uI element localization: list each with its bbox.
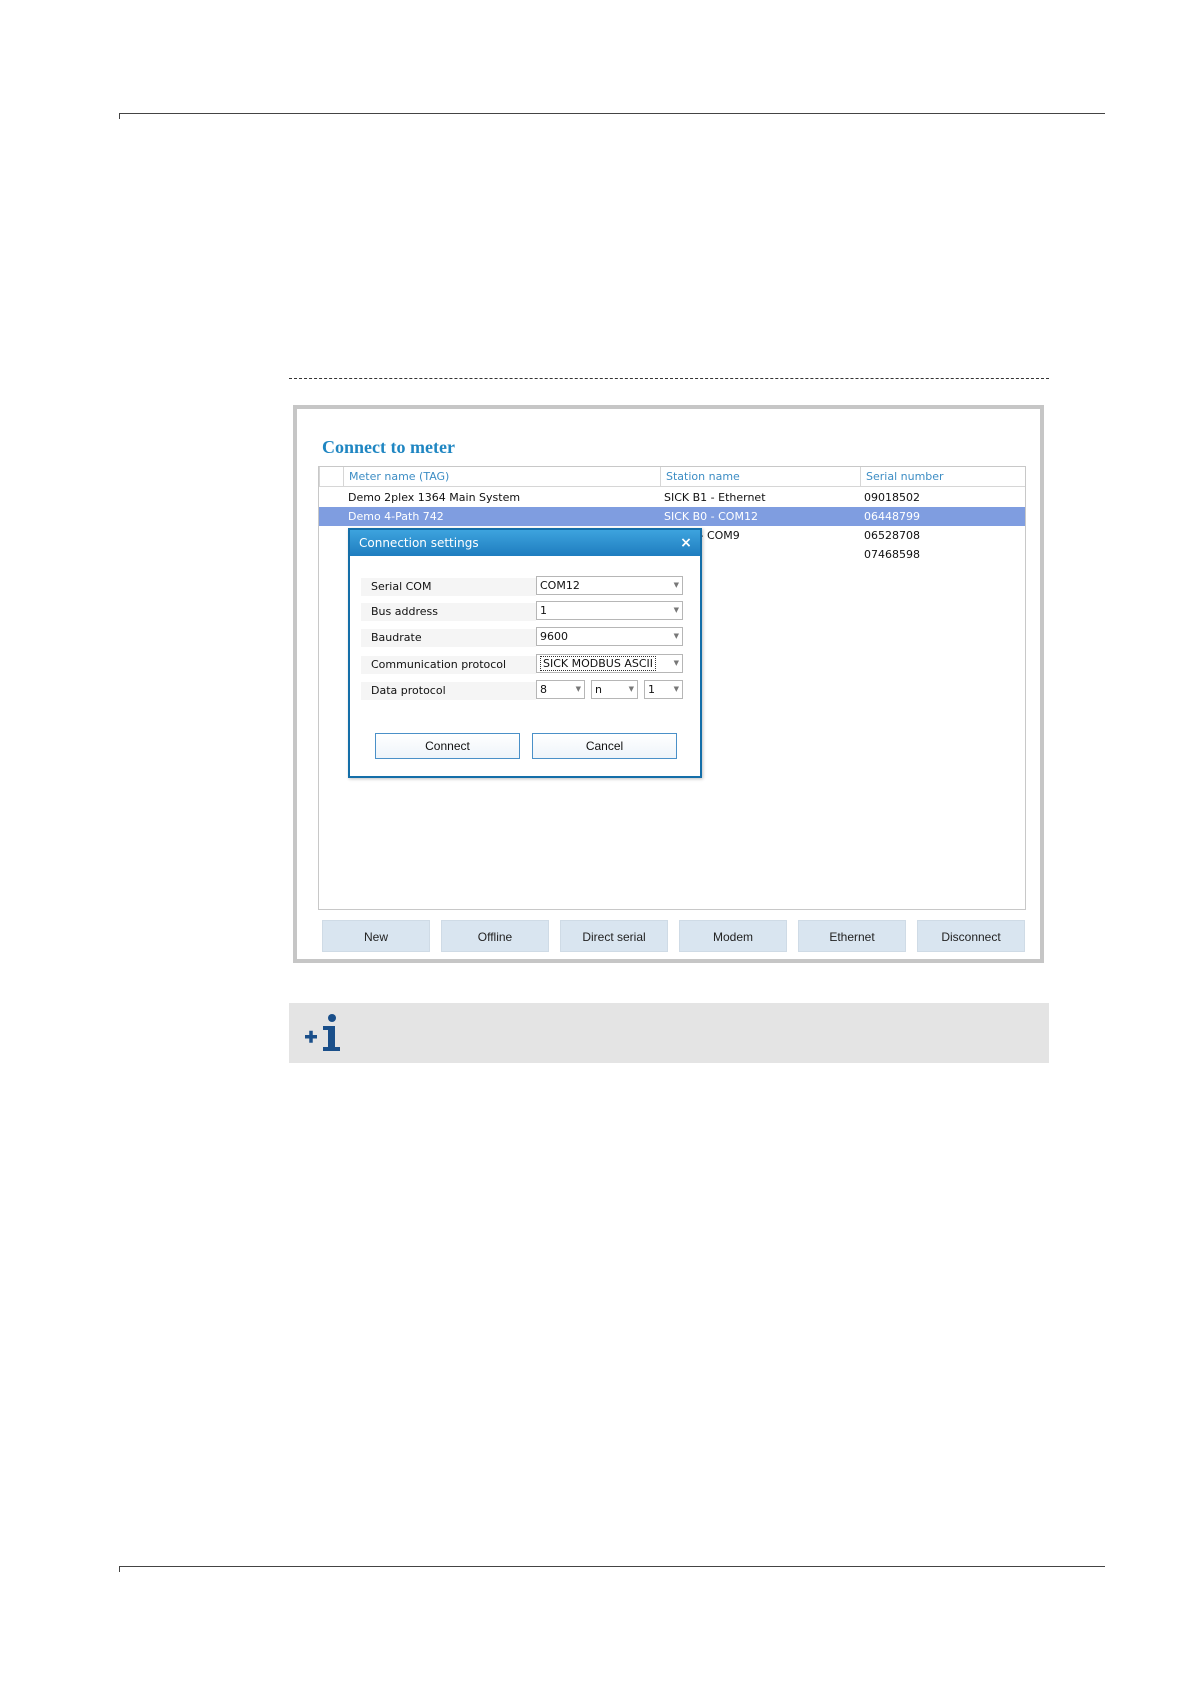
column-header-meter-name[interactable]: Meter name (TAG) bbox=[343, 467, 660, 487]
communication-protocol-label: Communication protocol bbox=[361, 656, 536, 674]
communication-protocol-value: SICK MODBUS ASCII bbox=[540, 656, 656, 671]
chevron-down-icon: ▼ bbox=[628, 685, 634, 693]
chevron-down-icon: ▼ bbox=[673, 606, 679, 614]
connect-button[interactable]: Connect bbox=[375, 733, 520, 759]
stop-bits-select[interactable]: 1 ▼ bbox=[644, 680, 683, 699]
page-footer-rule bbox=[119, 1566, 1105, 1572]
cell-serial-number: 07468598 bbox=[864, 548, 920, 561]
chevron-down-icon: ▼ bbox=[673, 685, 679, 693]
serial-com-select[interactable]: COM12 ▼ bbox=[536, 576, 683, 595]
cell-station-name: SICK B0 - COM12 bbox=[664, 510, 758, 523]
cell-serial-number: 06448799 bbox=[864, 510, 920, 523]
chevron-down-icon: ▼ bbox=[673, 659, 679, 667]
cell-serial-number: 09018502 bbox=[864, 491, 920, 504]
table-header: Meter name (TAG) Station name Serial num… bbox=[319, 467, 1025, 487]
serial-com-label: Serial COM bbox=[361, 578, 536, 596]
cell-station-name: 0 - COM9 bbox=[689, 529, 740, 542]
dashed-separator bbox=[289, 378, 1049, 379]
baudrate-select[interactable]: 9600 ▼ bbox=[536, 627, 683, 646]
connection-settings-dialog: Connection settings × Serial COM COM12 ▼… bbox=[348, 528, 702, 778]
chevron-down-icon: ▼ bbox=[673, 632, 679, 640]
stop-bits-value: 1 bbox=[648, 683, 655, 696]
serial-com-value: COM12 bbox=[540, 579, 580, 592]
column-header-serial-number[interactable]: Serial number bbox=[860, 467, 1027, 487]
chevron-down-icon: ▼ bbox=[673, 581, 679, 589]
chevron-down-icon: ▼ bbox=[575, 685, 581, 693]
table-row-selected[interactable]: Demo 4-Path 742 SICK B0 - COM12 06448799 bbox=[319, 507, 1025, 526]
header-row-selector bbox=[319, 467, 343, 487]
connect-to-meter-window: Connect to meter Meter name (TAG) Statio… bbox=[293, 405, 1044, 963]
data-bits-value: 8 bbox=[540, 683, 547, 696]
communication-protocol-select[interactable]: SICK MODBUS ASCII ▼ bbox=[536, 654, 683, 673]
window-title: Connect to meter bbox=[322, 437, 455, 457]
close-icon[interactable]: × bbox=[678, 530, 694, 556]
connection-toolbar: New Offline Direct serial Modem Ethernet… bbox=[322, 920, 1026, 952]
parity-value: n bbox=[595, 683, 602, 696]
disconnect-button[interactable]: Disconnect bbox=[917, 920, 1025, 952]
direct-serial-button[interactable]: Direct serial bbox=[560, 920, 668, 952]
info-plus-icon bbox=[305, 1014, 340, 1051]
cancel-button[interactable]: Cancel bbox=[532, 733, 677, 759]
data-bits-select[interactable]: 8 ▼ bbox=[536, 680, 585, 699]
new-button[interactable]: New bbox=[322, 920, 430, 952]
data-protocol-label: Data protocol bbox=[361, 682, 536, 700]
bus-address-label: Bus address bbox=[361, 603, 536, 621]
bus-address-value: 1 bbox=[540, 604, 547, 617]
baudrate-value: 9600 bbox=[540, 630, 568, 643]
column-header-station-name[interactable]: Station name bbox=[660, 467, 860, 487]
modem-button[interactable]: Modem bbox=[679, 920, 787, 952]
cell-station-name: SICK B1 - Ethernet bbox=[664, 491, 766, 504]
bus-address-select[interactable]: 1 ▼ bbox=[536, 601, 683, 620]
info-note-box bbox=[289, 1003, 1049, 1063]
offline-button[interactable]: Offline bbox=[441, 920, 549, 952]
baudrate-label: Baudrate bbox=[361, 629, 536, 647]
cell-meter-name: Demo 4-Path 742 bbox=[348, 510, 444, 523]
table-row[interactable]: Demo 2plex 1364 Main System SICK B1 - Et… bbox=[319, 488, 1025, 507]
parity-select[interactable]: n ▼ bbox=[591, 680, 638, 699]
ethernet-button[interactable]: Ethernet bbox=[798, 920, 906, 952]
dialog-title: Connection settings bbox=[359, 536, 479, 550]
dialog-titlebar[interactable]: Connection settings × bbox=[350, 530, 700, 556]
cell-meter-name: Demo 2plex 1364 Main System bbox=[348, 491, 521, 504]
cell-serial-number: 06528708 bbox=[864, 529, 920, 542]
page-header-rule bbox=[119, 113, 1105, 119]
